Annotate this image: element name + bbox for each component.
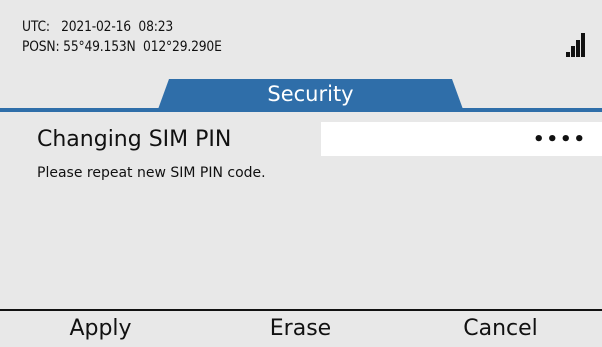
position-readout: POSN: 55°49.153N 012°29.290E <box>22 39 222 55</box>
signal-bar-3 <box>576 40 580 57</box>
page-title: Changing SIM PIN <box>37 127 232 152</box>
apply-button[interactable]: Apply <box>0 316 201 341</box>
tab-security-label: Security <box>267 82 354 106</box>
terminal-screen: UTC: 2021-02-16 08:23 POSN: 55°49.153N 0… <box>0 0 602 347</box>
instruction-text: Please repeat new SIM PIN code. <box>37 165 266 181</box>
softkey-divider <box>0 309 602 311</box>
signal-bar-1 <box>566 52 570 57</box>
signal-strength-icon <box>566 33 586 57</box>
signal-bar-2 <box>571 46 575 57</box>
cancel-button[interactable]: Cancel <box>400 316 601 341</box>
utc-time: UTC: 2021-02-16 08:23 <box>22 19 174 35</box>
signal-bar-4 <box>581 33 585 57</box>
sim-pin-field[interactable] <box>321 122 602 156</box>
erase-button[interactable]: Erase <box>200 316 401 341</box>
